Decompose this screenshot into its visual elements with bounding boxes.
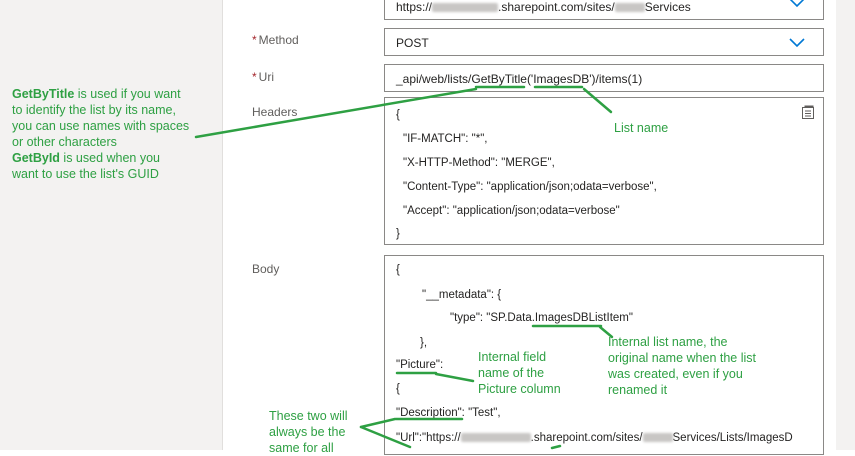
pointer-url-tail [550, 444, 562, 450]
annotation-lines [194, 85, 614, 450]
pointer-list-name [582, 87, 613, 114]
pointer-internal-list [598, 325, 614, 339]
pointer-url [359, 425, 412, 449]
pointer-description [359, 417, 397, 429]
pointer-getbytitle [194, 87, 478, 139]
pointer-picture [434, 372, 475, 383]
